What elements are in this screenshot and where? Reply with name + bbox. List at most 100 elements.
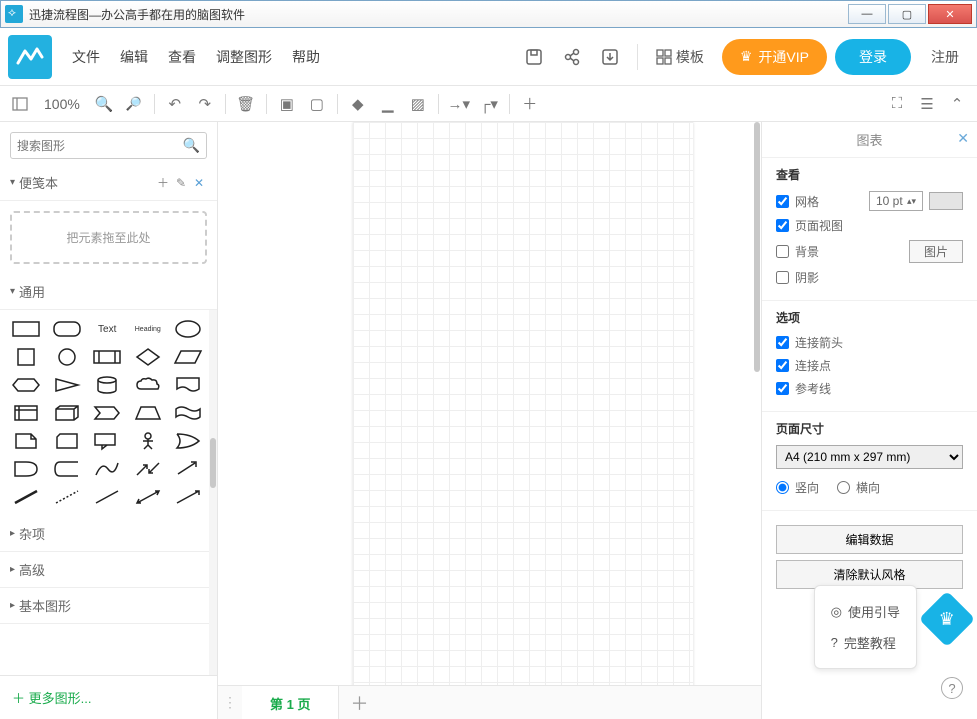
shape-bi-arrow[interactable] [132, 458, 164, 480]
landscape-radio[interactable] [837, 481, 850, 494]
zoom-out-icon[interactable]: 🔎 [120, 90, 148, 118]
line-color-icon[interactable]: ▁ [374, 90, 402, 118]
shape-thin-arrow[interactable] [172, 486, 204, 508]
login-button[interactable]: 登录 [835, 39, 911, 75]
pages-menu-icon[interactable]: ⋮ [218, 686, 242, 719]
help-guide-link[interactable]: ◎使用引导 [827, 596, 904, 627]
shadow-icon[interactable]: ▨ [404, 90, 432, 118]
search-input[interactable] [17, 139, 183, 153]
save-icon[interactable] [519, 42, 549, 72]
edit-data-button[interactable]: 编辑数据 [776, 525, 963, 554]
shape-arrow[interactable] [172, 458, 204, 480]
category-scratchpad[interactable]: ▾ 便笺本 ＋ ✎ ✕ [0, 165, 217, 201]
shape-cylinder[interactable] [91, 374, 123, 396]
edit-scratch-icon[interactable]: ✎ [173, 175, 189, 191]
category-advanced[interactable]: ▸ 高级 [0, 552, 217, 588]
shape-heading[interactable]: Heading [132, 318, 164, 340]
format-panel-icon[interactable]: ☰ [913, 90, 941, 118]
shape-line-thick[interactable] [10, 486, 42, 508]
canvas[interactable] [218, 122, 761, 685]
category-general[interactable]: ▾ 通用 [0, 274, 217, 310]
fill-color-icon[interactable]: ◆ [344, 90, 372, 118]
template-button[interactable]: 模板 [646, 41, 714, 73]
arrows-checkbox[interactable] [776, 336, 789, 349]
shape-bi-thin-arrow[interactable] [132, 486, 164, 508]
vip-float-button[interactable]: ♛ [919, 591, 976, 648]
add-page-button[interactable]: ＋ [339, 686, 379, 719]
shape-document[interactable] [172, 374, 204, 396]
download-icon[interactable] [595, 42, 625, 72]
grid-size-input[interactable]: 10 pt▴▾ [869, 191, 923, 211]
shape-tape[interactable] [172, 402, 204, 424]
add-scratch-icon[interactable]: ＋ [155, 175, 171, 191]
undo-icon[interactable]: ↶ [161, 90, 189, 118]
maximize-button[interactable]: ▢ [888, 4, 926, 24]
canvas-page[interactable] [353, 122, 693, 685]
search-shapes[interactable]: 🔍 [10, 132, 207, 159]
shape-text[interactable]: Text [91, 318, 123, 340]
scratchpad-dropzone[interactable]: 把元素拖至此处 [10, 211, 207, 264]
shape-rounded-rect[interactable] [51, 318, 83, 340]
shape-rect[interactable] [10, 318, 42, 340]
shape-cloud[interactable] [132, 374, 164, 396]
shape-or[interactable] [172, 430, 204, 452]
help-button[interactable]: ? [941, 677, 963, 699]
shape-callout[interactable] [91, 430, 123, 452]
portrait-radio[interactable] [776, 481, 789, 494]
close-scratch-icon[interactable]: ✕ [191, 175, 207, 191]
shape-triangle[interactable] [51, 374, 83, 396]
more-shapes-button[interactable]: ＋ 更多图形... [0, 675, 217, 719]
shape-actor[interactable] [132, 430, 164, 452]
left-scrollbar[interactable] [209, 310, 217, 675]
shadow-checkbox[interactable] [776, 271, 789, 284]
page-size-select[interactable]: A4 (210 mm x 297 mm) [776, 445, 963, 469]
shape-cube[interactable] [51, 402, 83, 424]
menu-help[interactable]: 帮助 [282, 39, 330, 75]
menu-adjust[interactable]: 调整图形 [206, 39, 282, 75]
pageview-checkbox[interactable] [776, 219, 789, 232]
shape-hexagon[interactable] [10, 374, 42, 396]
register-link[interactable]: 注册 [921, 47, 969, 67]
menu-file[interactable]: 文件 [62, 39, 110, 75]
menu-view[interactable]: 查看 [158, 39, 206, 75]
collapse-icon[interactable]: ⌃ [943, 90, 971, 118]
shape-note[interactable] [10, 430, 42, 452]
background-checkbox[interactable] [776, 245, 789, 258]
redo-icon[interactable]: ↷ [191, 90, 219, 118]
zoom-level[interactable]: 100% [36, 96, 88, 112]
points-checkbox[interactable] [776, 359, 789, 372]
canvas-scrollbar[interactable] [752, 122, 761, 685]
minimize-button[interactable]: — [848, 4, 886, 24]
grid-color-swatch[interactable] [929, 192, 963, 210]
connector-style-icon[interactable]: →▾ [445, 90, 473, 118]
grid-checkbox[interactable] [776, 195, 789, 208]
waypoint-icon[interactable]: ┌▾ [475, 90, 503, 118]
add-icon[interactable]: ＋ [516, 90, 544, 118]
share-icon[interactable] [557, 42, 587, 72]
close-panel-icon[interactable]: ✕ [957, 130, 969, 147]
shape-curve[interactable] [91, 458, 123, 480]
menu-edit[interactable]: 编辑 [110, 39, 158, 75]
close-button[interactable]: ✕ [928, 4, 972, 24]
background-image-button[interactable]: 图片 [909, 240, 963, 263]
delete-icon[interactable]: 🗑 [232, 90, 260, 118]
send-back-icon[interactable]: ▢ [303, 90, 331, 118]
sidebar-toggle-icon[interactable] [6, 90, 34, 118]
shape-data-store[interactable] [51, 458, 83, 480]
shape-card[interactable] [51, 430, 83, 452]
fullscreen-icon[interactable]: ⛶ [883, 90, 911, 118]
shape-circle[interactable] [51, 346, 83, 368]
shape-parallelogram[interactable] [172, 346, 204, 368]
vip-button[interactable]: ♛ 开通VIP [722, 39, 827, 75]
shape-ellipse[interactable] [172, 318, 204, 340]
shape-trapezoid[interactable] [132, 402, 164, 424]
shape-diamond[interactable] [132, 346, 164, 368]
shape-internal-storage[interactable] [10, 402, 42, 424]
shape-and[interactable] [10, 458, 42, 480]
shape-step[interactable] [91, 402, 123, 424]
shape-line[interactable] [91, 486, 123, 508]
shape-square[interactable] [10, 346, 42, 368]
shape-process[interactable] [91, 346, 123, 368]
zoom-in-icon[interactable]: 🔍 [90, 90, 118, 118]
bring-front-icon[interactable]: ▣ [273, 90, 301, 118]
